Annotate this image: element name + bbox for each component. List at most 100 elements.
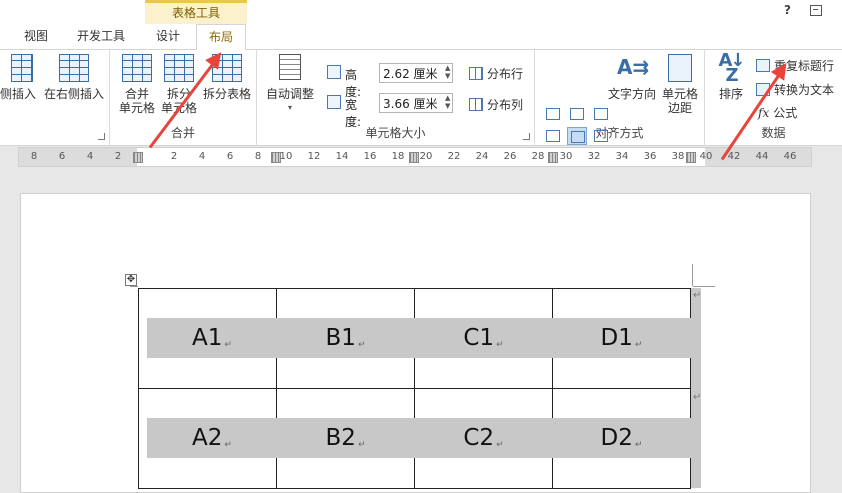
tab-layout[interactable]: 布局 — [196, 24, 246, 51]
height-input[interactable] — [379, 63, 453, 83]
cell-text: D2 — [600, 425, 633, 451]
distribute-columns-button[interactable]: 分布列 — [469, 96, 523, 113]
ruler-tick-label: 18 — [391, 151, 405, 162]
tab-design[interactable]: 设计 — [156, 24, 180, 50]
row-height-icon — [327, 65, 341, 79]
cell-size-group-label: 单元格大小 — [365, 126, 426, 140]
ruler-tick-label: 14 — [335, 151, 349, 162]
table-move-handle-icon[interactable]: ✥ — [125, 274, 137, 286]
table-cell[interactable]: D2 ↵ — [552, 388, 691, 489]
row-end-mark: ↵ — [693, 392, 702, 403]
crop-mark-right-v — [692, 264, 693, 286]
height-spinner[interactable]: ▲ ▼ — [445, 64, 450, 80]
cell-size-launcher-icon[interactable] — [523, 133, 530, 140]
align-top-left-button[interactable] — [543, 105, 563, 123]
align-middle-left-icon — [546, 130, 560, 142]
cell-shaded-paragraph: A2 ↵ — [147, 418, 277, 458]
width-spinner[interactable]: ▲ ▼ — [445, 94, 450, 110]
crop-mark-left — [130, 286, 138, 287]
align-top-left-icon — [546, 108, 560, 120]
table-cell[interactable]: A2 ↵ — [138, 388, 277, 489]
document-table: A1 ↵ B1 ↵ C1 ↵ D1 ↵ A2 ↵ B2 ↵ C2 ↵ D2 ↵ — [138, 288, 691, 489]
sort-button[interactable]: A↓ Z 排序 — [714, 52, 748, 102]
align-top-center-button[interactable] — [567, 105, 587, 123]
ruler-tick-label: 8 — [254, 151, 262, 162]
distribute-rows-button[interactable]: 分布行 — [469, 65, 523, 82]
cell-text: A1 — [192, 325, 223, 351]
paragraph-mark: ↵ — [224, 340, 232, 350]
table-cell[interactable]: C2 ↵ — [414, 388, 553, 489]
paragraph-mark: ↵ — [496, 340, 504, 350]
cell-shaded-paragraph: B2 ↵ — [276, 418, 415, 458]
paragraph-mark: ↵ — [496, 440, 504, 450]
cell-shaded-paragraph: A1 ↵ — [147, 318, 277, 358]
ruler-column-marker[interactable] — [271, 152, 281, 163]
merge-group: 合并 单元格 拆分 单元格 拆分表格 合并 — [110, 50, 257, 146]
cell-text: C1 — [463, 325, 495, 351]
cell-margins-label-1: 单元格 — [661, 87, 698, 101]
ruler-tick-label: 12 — [307, 151, 321, 162]
data-group-label: 数据 — [761, 126, 786, 140]
paragraph-mark: ↵ — [634, 340, 643, 350]
align-top-right-icon — [594, 108, 608, 120]
align-middle-left-button[interactable] — [543, 127, 563, 145]
formula-icon: fx — [758, 106, 770, 120]
rows-columns-launcher-icon[interactable] — [98, 133, 105, 140]
formula-button[interactable]: fx 公式 — [758, 104, 797, 121]
ruler-column-marker[interactable] — [409, 152, 419, 163]
cell-text: C2 — [463, 425, 495, 451]
insert-left-icon — [0, 54, 33, 84]
ruler-tick-label: 32 — [587, 151, 601, 162]
horizontal-ruler[interactable]: 8 6 4 2 2 4 6 8 10 12 14 16 18 20 22 24 26 28 30 32 34 36 38 40… — [18, 147, 812, 167]
cell-text: B1 — [325, 325, 356, 351]
cell-margins-icon — [665, 54, 695, 84]
table-cell[interactable]: B1 ↵ — [276, 288, 415, 389]
ribbon-tab-row: 视图 开发工具 设计 布局 — [0, 24, 842, 51]
width-input[interactable] — [379, 93, 453, 113]
insert-right-icon — [59, 54, 89, 84]
cell-shaded-paragraph: D2 ↵ — [552, 418, 691, 458]
autofit-button[interactable]: 自动调整 ▾ — [262, 54, 318, 115]
ribbon-layout-panel: 左侧插入 在右侧插入 合并 单元格 拆分 单元格 拆分表格 合并 — [0, 50, 842, 164]
merge-cells-button[interactable]: 合并 单元格 — [118, 54, 156, 115]
cell-shaded-paragraph: C2 ↵ — [414, 418, 553, 458]
repeat-header-icon — [756, 59, 770, 72]
paragraph-mark: ↵ — [357, 340, 366, 350]
table-cell[interactable]: D1 ↵ — [552, 288, 691, 389]
tab-developer[interactable]: 开发工具 — [77, 24, 125, 50]
distribute-columns-icon — [469, 98, 483, 111]
table-cell[interactable]: A1 ↵ — [138, 288, 277, 389]
table-cell[interactable]: C1 ↵ — [414, 288, 553, 389]
align-middle-right-button[interactable] — [591, 127, 611, 145]
help-button[interactable]: ? — [784, 3, 791, 17]
merge-cells-icon — [122, 54, 152, 84]
align-top-center-icon — [570, 108, 584, 120]
ribbon-display-options-button[interactable] — [810, 5, 822, 16]
insert-left-button[interactable]: 左侧插入 — [0, 54, 38, 101]
table-row-end-strip — [691, 288, 701, 488]
align-top-right-button[interactable] — [591, 105, 611, 123]
cell-text: A2 — [192, 425, 223, 451]
ruler-tick-label: 34 — [615, 151, 629, 162]
ruler-column-marker[interactable] — [548, 152, 558, 163]
text-direction-button[interactable]: A⇉ 文字方向 — [606, 54, 658, 101]
split-table-label: 拆分表格 — [202, 87, 251, 101]
paragraph-mark: ↵ — [634, 440, 643, 450]
ruler-column-marker[interactable] — [133, 152, 143, 163]
ruler-tick-label: 16 — [363, 151, 377, 162]
align-middle-right-icon — [594, 130, 608, 142]
insert-right-button[interactable]: 在右侧插入 — [44, 54, 104, 101]
cell-margins-button[interactable]: 单元格 边距 — [660, 54, 700, 115]
repeat-header-rows-button[interactable]: 重复标题行 — [756, 57, 834, 74]
align-middle-center-button[interactable] — [567, 127, 587, 145]
row-end-mark: ↵ — [693, 290, 702, 301]
tab-view[interactable]: 视图 — [24, 24, 48, 50]
paragraph-mark: ↵ — [224, 440, 232, 450]
cell-text: B2 — [325, 425, 356, 451]
ruler-tick-label: 2 — [170, 151, 178, 162]
ruler-column-marker[interactable] — [686, 152, 696, 163]
autofit-label: 自动调整 — [265, 87, 314, 101]
table-cell[interactable]: B2 ↵ — [276, 388, 415, 489]
split-cells-icon — [164, 54, 194, 84]
distribute-columns-label: 分布列 — [487, 98, 524, 112]
